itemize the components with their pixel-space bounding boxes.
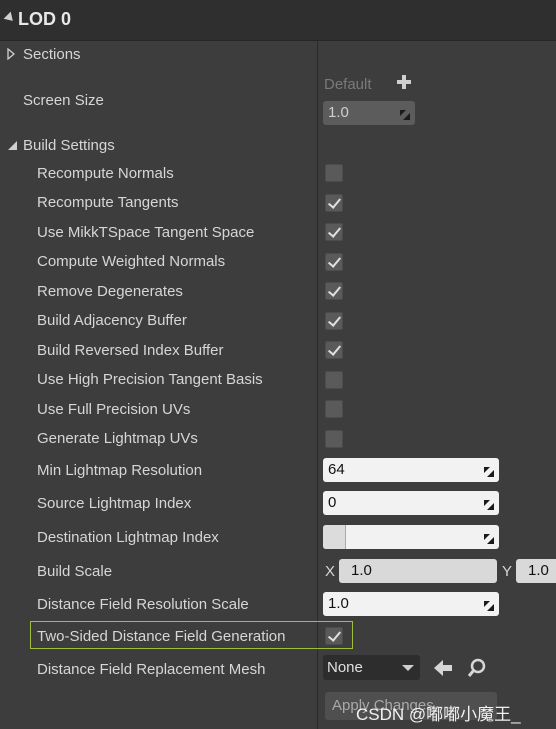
min-lightmap-resolution-value: 64 xyxy=(328,461,345,478)
high-precision-tangent-checkbox[interactable] xyxy=(325,371,343,389)
full-precision-uvs-checkbox[interactable] xyxy=(325,400,343,418)
recompute-normals-label: Recompute Normals xyxy=(37,165,174,182)
adjacency-buffer-checkbox[interactable] xyxy=(325,312,343,330)
drag-handle-icon[interactable] xyxy=(400,110,410,120)
min-lightmap-resolution-label: Min Lightmap Resolution xyxy=(37,462,203,479)
source-lightmap-index-value: 0 xyxy=(328,494,337,511)
build-scale-y-value: 1.0 xyxy=(528,562,549,579)
two-sided-df-label: Two-Sided Distance Field Generation xyxy=(37,628,286,645)
full-precision-uvs-label: Use Full Precision UVs xyxy=(37,401,191,418)
drag-handle-icon[interactable] xyxy=(484,601,494,611)
collapse-arrow-icon[interactable] xyxy=(7,140,18,151)
recompute-normals-checkbox[interactable] xyxy=(325,164,343,182)
weighted-normals-checkbox[interactable] xyxy=(325,253,343,271)
collapse-arrow-icon xyxy=(3,11,17,25)
df-replacement-mesh-dropdown[interactable]: None xyxy=(323,655,420,680)
build-scale-y-axis-label: Y xyxy=(502,563,513,580)
drag-handle-icon[interactable] xyxy=(484,467,494,477)
build-scale-label: Build Scale xyxy=(37,563,113,580)
mikktspace-checkbox[interactable] xyxy=(325,223,343,241)
build-scale-x-axis-label: X xyxy=(325,563,336,580)
use-selected-arrow-icon[interactable] xyxy=(432,657,454,679)
watermark: CSDN @嘟嘟小魔王_ xyxy=(356,705,521,724)
screen-size-platform: Default xyxy=(324,76,372,93)
lod-title: LOD 0 xyxy=(18,9,72,29)
expand-arrow-icon[interactable] xyxy=(7,48,15,60)
search-icon[interactable] xyxy=(466,657,488,679)
drag-handle-icon[interactable] xyxy=(484,534,494,544)
remove-degenerates-checkbox[interactable] xyxy=(325,282,343,300)
df-replacement-mesh-label: Distance Field Replacement Mesh xyxy=(37,661,266,678)
drag-handle-icon[interactable] xyxy=(484,500,494,510)
build-scale-y-field[interactable]: 1.0 xyxy=(516,559,556,583)
recompute-tangents-checkbox[interactable] xyxy=(325,194,343,212)
df-replacement-mesh-value: None xyxy=(327,659,363,676)
reversed-index-buffer-label: Build Reversed Index Buffer xyxy=(37,342,224,359)
screen-size-value: 1.0 xyxy=(328,104,349,121)
mikktspace-label: Use MikkTSpace Tangent Space xyxy=(37,224,255,241)
recompute-tangents-label: Recompute Tangents xyxy=(37,194,179,211)
adjacency-buffer-label: Build Adjacency Buffer xyxy=(37,312,187,329)
remove-degenerates-label: Remove Degenerates xyxy=(37,283,183,300)
screen-size-label: Screen Size xyxy=(23,92,104,109)
reversed-index-buffer-checkbox[interactable] xyxy=(325,341,343,359)
min-lightmap-resolution-field[interactable]: 64 xyxy=(323,458,499,482)
column-divider xyxy=(317,0,318,729)
chevron-down-icon xyxy=(402,665,414,671)
df-resolution-scale-field[interactable]: 1.0 xyxy=(323,592,499,616)
destination-lightmap-index-label: Destination Lightmap Index xyxy=(37,529,219,546)
generate-lightmap-uvs-label: Generate Lightmap UVs xyxy=(37,430,198,447)
df-resolution-scale-label: Distance Field Resolution Scale xyxy=(37,596,249,613)
slider-fill xyxy=(323,525,346,549)
screen-size-field[interactable]: 1.0 xyxy=(323,101,415,125)
destination-lightmap-index-field[interactable]: 1 xyxy=(323,525,499,549)
sections-label[interactable]: Sections xyxy=(23,46,81,63)
df-resolution-scale-value: 1.0 xyxy=(328,595,349,612)
weighted-normals-label: Compute Weighted Normals xyxy=(37,253,226,270)
source-lightmap-index-field[interactable]: 0 xyxy=(323,491,499,515)
lod-header[interactable]: LOD 0 xyxy=(0,0,556,41)
source-lightmap-index-label: Source Lightmap Index xyxy=(37,495,192,512)
build-settings-label[interactable]: Build Settings xyxy=(23,137,115,154)
generate-lightmap-uvs-checkbox[interactable] xyxy=(325,430,343,448)
high-precision-tangent-label: Use High Precision Tangent Basis xyxy=(37,371,263,388)
build-scale-x-value: 1.0 xyxy=(351,562,372,579)
two-sided-df-checkbox[interactable] xyxy=(325,627,343,645)
add-platform-icon[interactable] xyxy=(396,74,412,90)
build-scale-x-field[interactable]: 1.0 xyxy=(339,559,497,583)
